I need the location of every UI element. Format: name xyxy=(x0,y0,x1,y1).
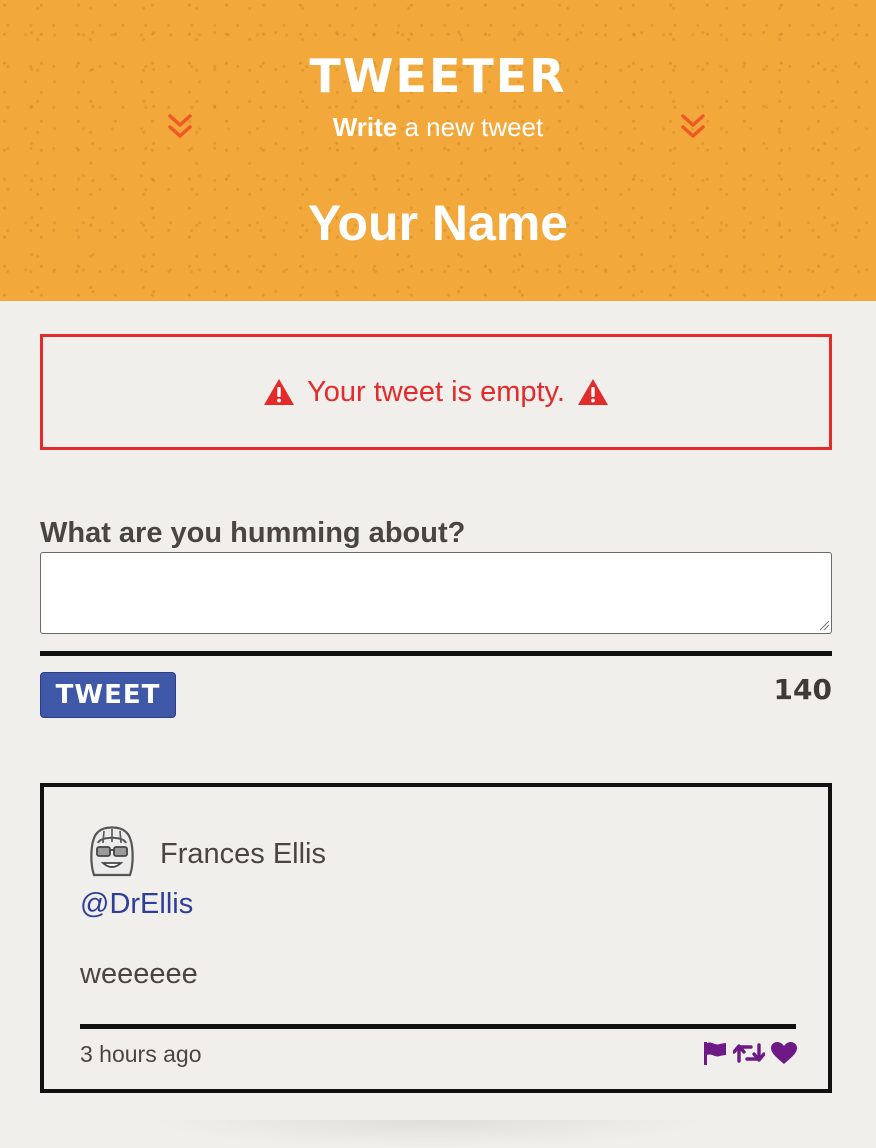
warning-icon xyxy=(577,379,608,405)
tweet-timestamp: 3 hours ago xyxy=(80,1041,202,1067)
subtitle-bold: Write xyxy=(332,112,398,142)
tweet-body: weeeeee xyxy=(80,958,198,990)
warning-icon xyxy=(264,379,295,405)
user-name: Your Name xyxy=(307,195,569,251)
tweet-author-handle[interactable]: @DrEllis xyxy=(80,885,193,923)
tweet-divider xyxy=(80,1024,796,1029)
compose-label: What are you humming about? xyxy=(40,517,466,549)
footer-shadow xyxy=(150,1120,710,1148)
tweet-card: Frances Ellis @DrEllis weeeeee 3 hours a… xyxy=(40,783,832,1093)
subtitle-rest: a new tweet xyxy=(397,112,544,142)
tweet-button[interactable]: TWEET xyxy=(40,672,176,718)
tweet-input[interactable] xyxy=(40,552,832,634)
flag-icon[interactable] xyxy=(702,1040,728,1066)
tweet-author-name: Frances Ellis xyxy=(160,838,326,870)
chevron-down-icon[interactable] xyxy=(680,110,706,144)
compose-divider xyxy=(40,651,832,656)
avatar xyxy=(90,826,134,877)
error-message: Your tweet is empty. xyxy=(307,375,565,408)
heart-icon[interactable] xyxy=(770,1041,798,1065)
brand-logo[interactable]: TWEETER xyxy=(0,40,876,112)
compose-toggle[interactable]: Write a new tweet xyxy=(0,110,876,144)
page-header: TWEETER Write a new tweet Your Name xyxy=(0,0,876,301)
tweet-actions xyxy=(702,1039,798,1067)
error-alert: Your tweet is empty. xyxy=(40,334,832,450)
character-counter: 140 xyxy=(773,673,832,706)
retweet-icon[interactable] xyxy=(733,1041,765,1065)
resize-handle-icon[interactable] xyxy=(818,619,830,631)
